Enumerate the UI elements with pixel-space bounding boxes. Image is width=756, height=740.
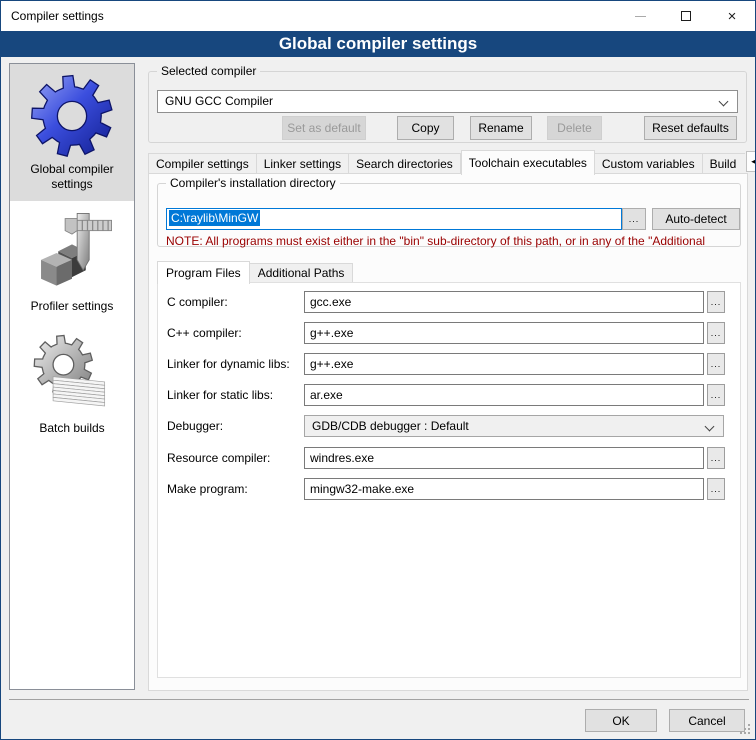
rename-button[interactable]: Rename [470,116,532,140]
settings-tabstrip: Compiler settings Linker settings Search… [148,149,756,174]
tab-scroll-buttons: ◄ ► [746,151,756,172]
ok-button[interactable]: OK [585,709,657,732]
field-row-static-linker: Linker for static libs: ... [158,384,740,406]
tab-search-directories[interactable]: Search directories [349,153,461,174]
delete-button[interactable]: Delete [547,116,602,140]
debugger-select-value: GDB/CDB debugger : Default [312,419,469,433]
field-label: Make program: [167,482,248,496]
chevron-down-icon [719,97,729,107]
field-label: Debugger: [167,419,223,433]
blue-gear-icon [29,73,115,159]
browse-button[interactable]: ... [707,291,725,313]
installation-directory-group-label: Compiler's installation directory [166,176,340,190]
cpp-compiler-input[interactable] [304,322,704,344]
arrow-left-icon: ◄ [750,157,756,166]
maximize-button[interactable] [663,1,709,31]
field-row-debugger: Debugger: GDB/CDB debugger : Default [158,415,740,437]
close-button[interactable]: × [709,1,755,31]
selected-compiler-group-label: Selected compiler [157,64,260,78]
compiler-settings-dialog: Compiler settings × Global compiler sett… [0,0,756,740]
cancel-button[interactable]: Cancel [669,709,745,732]
tab-compiler-settings[interactable]: Compiler settings [148,153,257,174]
installation-directory-input[interactable]: C:\raylib\MinGW [166,208,622,230]
tab-linker-settings[interactable]: Linker settings [257,153,349,174]
browse-button[interactable]: ... [707,384,725,406]
compiler-select-value: GNU GCC Compiler [165,94,273,108]
browse-button[interactable]: ... [707,353,725,375]
static-linker-input[interactable] [304,384,704,406]
field-label: Resource compiler: [167,451,270,465]
maximize-icon [681,11,691,21]
sidebar-item-profiler-settings[interactable]: Profiler settings [10,201,134,323]
debugger-select[interactable]: GDB/CDB debugger : Default [304,415,724,437]
gear-stack-icon [29,332,115,418]
browse-button[interactable]: ... [707,478,725,500]
resize-grip[interactable] [748,732,750,734]
reset-defaults-button[interactable]: Reset defaults [644,116,737,140]
programs-subtabs: Program Files Additional Paths [157,260,353,283]
tab-custom-variables[interactable]: Custom variables [595,153,703,174]
sidebar-item-label: Batch builds [10,421,134,436]
copy-button[interactable]: Copy [397,116,454,140]
close-icon: × [728,8,737,25]
field-label: C++ compiler: [167,326,242,340]
make-program-input[interactable] [304,478,704,500]
sidebar-item-label: Global compiler settings [20,162,124,192]
c-compiler-input[interactable] [304,291,704,313]
field-label: Linker for static libs: [167,388,273,402]
tab-additional-paths[interactable]: Additional Paths [250,263,354,283]
tab-build-options[interactable]: Build [703,153,745,174]
title-bar: Compiler settings × [1,1,755,31]
browse-button[interactable]: ... [707,322,725,344]
sidebar-item-global-compiler-settings[interactable]: Global compiler settings [10,64,134,201]
window-title: Compiler settings [1,9,104,23]
field-row-resource-compiler: Resource compiler: ... [158,447,740,469]
caliper-icon [29,210,115,296]
browse-directory-button[interactable]: ... [622,208,646,230]
chevron-down-icon [705,422,715,432]
toolchain-executables-page: Compiler's installation directory C:\ray… [148,173,748,691]
field-row-make-program: Make program: ... [158,478,740,500]
set-as-default-button[interactable]: Set as default [282,116,366,140]
minimize-button[interactable] [617,1,663,31]
resource-compiler-input[interactable] [304,447,704,469]
browse-button[interactable]: ... [707,447,725,469]
field-row-cpp-compiler: C++ compiler: ... [158,322,740,344]
note-text: NOTE: All programs must exist either in … [166,234,744,248]
tab-program-files[interactable]: Program Files [157,261,250,284]
field-label: C compiler: [167,295,228,309]
category-list: Global compiler settings Profiler settin… [9,63,135,690]
installation-directory-value: C:\raylib\MinGW [169,210,260,226]
sidebar-item-batch-builds[interactable]: Batch builds [10,323,134,445]
tab-scroll-left-button[interactable]: ◄ [746,151,756,172]
caption-buttons: × [617,1,755,31]
field-row-dynamic-linker: Linker for dynamic libs: ... [158,353,740,375]
program-files-page: C compiler: ... C++ compiler: ... Linker… [157,282,741,678]
auto-detect-button[interactable]: Auto-detect [652,208,740,230]
compiler-select[interactable]: GNU GCC Compiler [157,90,738,113]
sidebar-item-label: Profiler settings [10,299,134,314]
selected-compiler-group: Selected compiler GNU GCC Compiler Set a… [148,71,747,143]
field-row-c-compiler: C compiler: ... [158,291,740,313]
minimize-icon [635,16,646,17]
tab-toolchain-executables[interactable]: Toolchain executables [461,150,595,175]
installation-directory-group: Compiler's installation directory C:\ray… [157,183,741,247]
dialog-header: Global compiler settings [1,31,755,57]
footer-divider [9,699,749,700]
dialog-body: Global compiler settings Profiler settin… [1,57,755,739]
field-label: Linker for dynamic libs: [167,357,290,371]
dynamic-linker-input[interactable] [304,353,704,375]
